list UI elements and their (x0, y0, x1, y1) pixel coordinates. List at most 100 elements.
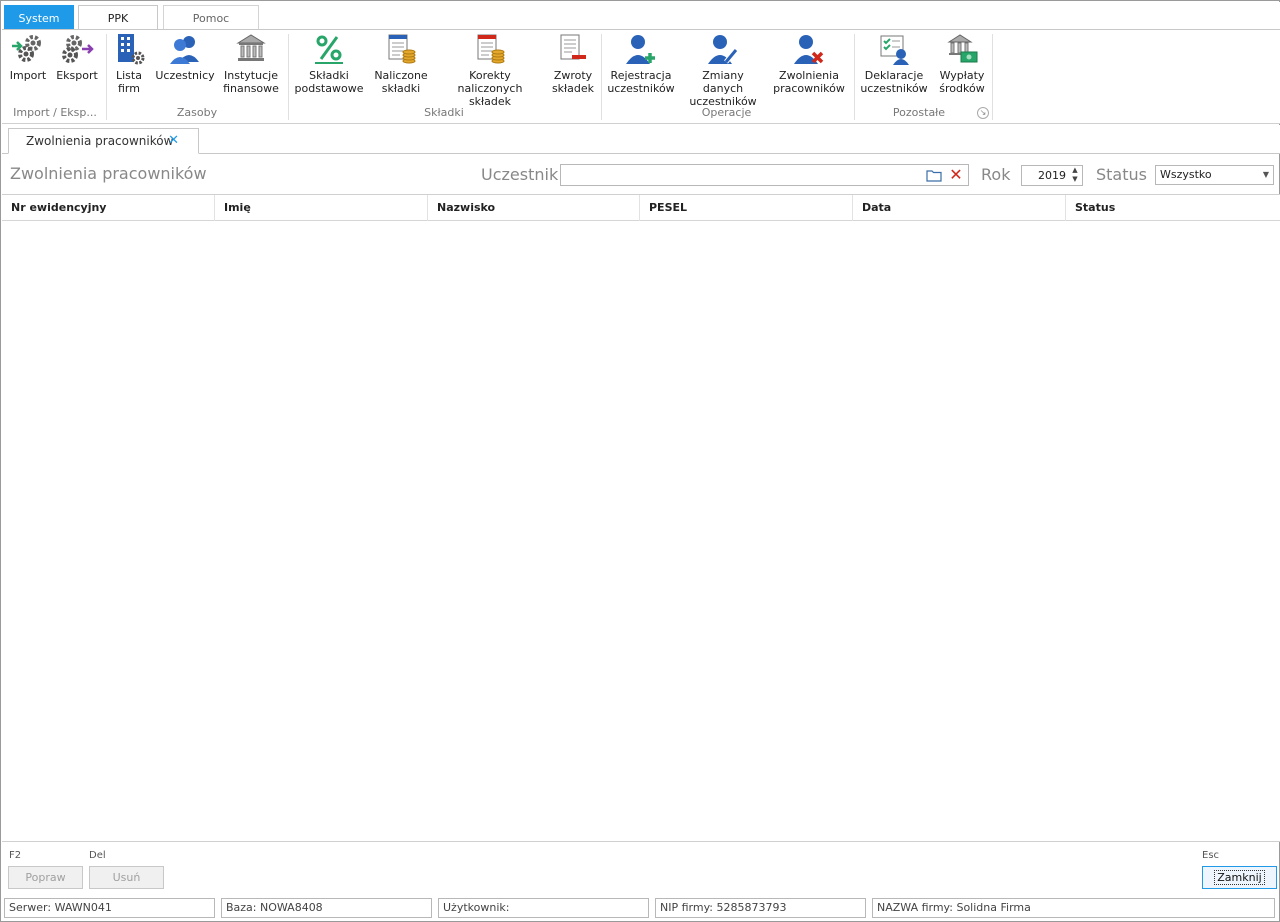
esc-shortcut-label: Esc (1202, 850, 1220, 861)
edit-button-label: Popraw (25, 871, 66, 884)
group-separator (106, 34, 107, 120)
calculated-fees-label-2: składki (381, 82, 421, 95)
clear-icon[interactable]: ✕ (948, 167, 964, 183)
register-participants-label-1: Rejestracja (610, 69, 672, 82)
group-separator (288, 34, 289, 120)
group-other: Pozostałe (892, 106, 946, 119)
participants-button[interactable]: Uczestnicy (154, 32, 216, 102)
group-operations: Operacje (701, 106, 752, 119)
participants-label: Uczestnicy (155, 69, 215, 82)
calculated-fees-icon (384, 32, 418, 66)
edit-button[interactable]: Popraw (8, 866, 83, 889)
column-header-date[interactable]: Data (853, 195, 1066, 221)
payouts-label-2: środków (939, 82, 985, 95)
group-separator (601, 34, 602, 120)
fee-corrections-label-1: Korekty naliczonych (457, 69, 523, 95)
import-label: Import (9, 69, 47, 82)
spin-up-icon[interactable]: ▲ (1069, 166, 1081, 175)
year-spinner[interactable]: 2019 ▲ ▼ (1021, 165, 1083, 186)
import-button[interactable]: Import (6, 32, 50, 102)
close-button[interactable]: Zamknij (1202, 866, 1277, 889)
company-list-label-1: Lista (116, 69, 142, 82)
grid-header: Nr ewidencyjny Imię Nazwisko PESEL Data … (2, 195, 1280, 221)
employee-dismissals-label-1: Zwolnienia (779, 69, 839, 82)
status-value: Wszystko (1160, 168, 1212, 181)
user-edit-icon (706, 32, 740, 66)
document-tab-bar: Zwolnienia pracowników ✕ (2, 125, 1280, 154)
financial-institutions-label-2: finansowe (223, 82, 279, 95)
page-title: Zwolnienia pracowników (10, 164, 207, 183)
gears-export-icon (60, 32, 94, 66)
status-nip: NIP firmy: 5285873793 (655, 898, 866, 918)
fee-corrections-button[interactable]: Korekty naliczonych składek (436, 32, 544, 108)
basic-fees-label-2: podstawowe (294, 82, 364, 95)
column-header-status[interactable]: Status (1066, 195, 1280, 221)
register-participants-label-2: uczestników (607, 82, 675, 95)
participant-data-changes-button[interactable]: Zmiany danych uczestników (682, 32, 764, 108)
users-icon (168, 32, 202, 66)
payouts-icon (945, 32, 979, 66)
spin-down-icon[interactable]: ▼ (1069, 175, 1081, 184)
data-grid[interactable]: Nr ewidencyjny Imię Nazwisko PESEL Data … (2, 194, 1280, 842)
financial-institutions-label-1: Instytucje (224, 69, 278, 82)
group-fees: Składki (424, 106, 464, 119)
employee-dismissals-label-2: pracowników (773, 82, 845, 95)
user-add-icon (624, 32, 658, 66)
company-list-label-2: firm (118, 82, 140, 95)
status-label: Status (1096, 165, 1147, 184)
app-window: System PPK Pomoc Import Eksport Lista fi… (0, 0, 1280, 922)
fee-refunds-label-2: składek (551, 82, 595, 95)
status-company-name: NAZWA firmy: Solidna Firma (872, 898, 1275, 918)
tab-system[interactable]: System (4, 5, 74, 31)
register-participants-button[interactable]: Rejestracja uczestników (605, 32, 677, 102)
building-list-icon (112, 32, 146, 66)
group-separator (992, 34, 993, 120)
status-user: Użytkownik: (438, 898, 649, 918)
payouts-label-1: Wypłaty (939, 69, 985, 82)
tab-ppk[interactable]: PPK (78, 5, 158, 32)
doc-tab-dismissals[interactable]: Zwolnienia pracowników ✕ (8, 128, 199, 154)
close-tab-icon[interactable]: ✕ (168, 129, 179, 153)
company-list-button[interactable]: Lista firm (110, 32, 148, 102)
group-launcher-icon[interactable]: ↘ (977, 107, 989, 119)
column-header-pesel[interactable]: PESEL (640, 195, 853, 221)
ribbon-tab-bar: System PPK Pomoc (2, 2, 1280, 32)
delete-button[interactable]: Usuń (89, 866, 164, 889)
calculated-fees-button[interactable]: Naliczone składki (372, 32, 430, 102)
fee-refunds-button[interactable]: Zwroty składek (550, 32, 596, 102)
basic-fees-label-1: Składki (309, 69, 349, 82)
employee-dismissals-button[interactable]: Zwolnienia pracowników (770, 32, 848, 102)
column-header-first-name[interactable]: Imię (215, 195, 428, 221)
close-button-label: Zamknij (1214, 870, 1265, 885)
chevron-down-icon: ▼ (1262, 170, 1269, 179)
fee-refunds-icon (556, 32, 590, 66)
gears-import-icon (11, 32, 45, 66)
export-button[interactable]: Eksport (54, 32, 100, 102)
ribbon: Import Eksport Lista firm Uczestnicy Ins… (2, 30, 1280, 124)
group-import-export: Import / Eksp... (13, 106, 97, 119)
group-resources: Zasoby (176, 106, 218, 119)
status-server: Serwer: WAWN041 (4, 898, 215, 918)
column-header-record-number[interactable]: Nr ewidencyjny (2, 195, 215, 221)
fee-corrections-icon (473, 32, 507, 66)
declarations-icon (877, 32, 911, 66)
calculated-fees-label-1: Naliczone (374, 69, 428, 82)
group-separator (854, 34, 855, 120)
participant-input[interactable]: ✕ (560, 164, 969, 186)
participant-declarations-label-1: Deklaracje (864, 69, 924, 82)
payouts-button[interactable]: Wypłaty środków (934, 32, 990, 102)
status-select[interactable]: Wszystko ▼ (1155, 165, 1274, 185)
percent-icon (312, 32, 346, 66)
folder-icon[interactable] (926, 168, 942, 182)
basic-fees-button[interactable]: Składki podstawowe (292, 32, 366, 102)
doc-tab-label: Zwolnienia pracowników (26, 134, 174, 148)
column-header-last-name[interactable]: Nazwisko (428, 195, 640, 221)
fee-refunds-label-1: Zwroty (553, 69, 593, 82)
export-label: Eksport (56, 69, 98, 82)
participant-declarations-button[interactable]: Deklaracje uczestników (858, 32, 930, 102)
user-remove-icon (792, 32, 826, 66)
status-database: Baza: NOWA8408 (221, 898, 432, 918)
tab-pomoc[interactable]: Pomoc (163, 5, 259, 31)
year-label: Rok (981, 165, 1011, 184)
financial-institutions-button[interactable]: Instytucje finansowe (220, 32, 282, 102)
